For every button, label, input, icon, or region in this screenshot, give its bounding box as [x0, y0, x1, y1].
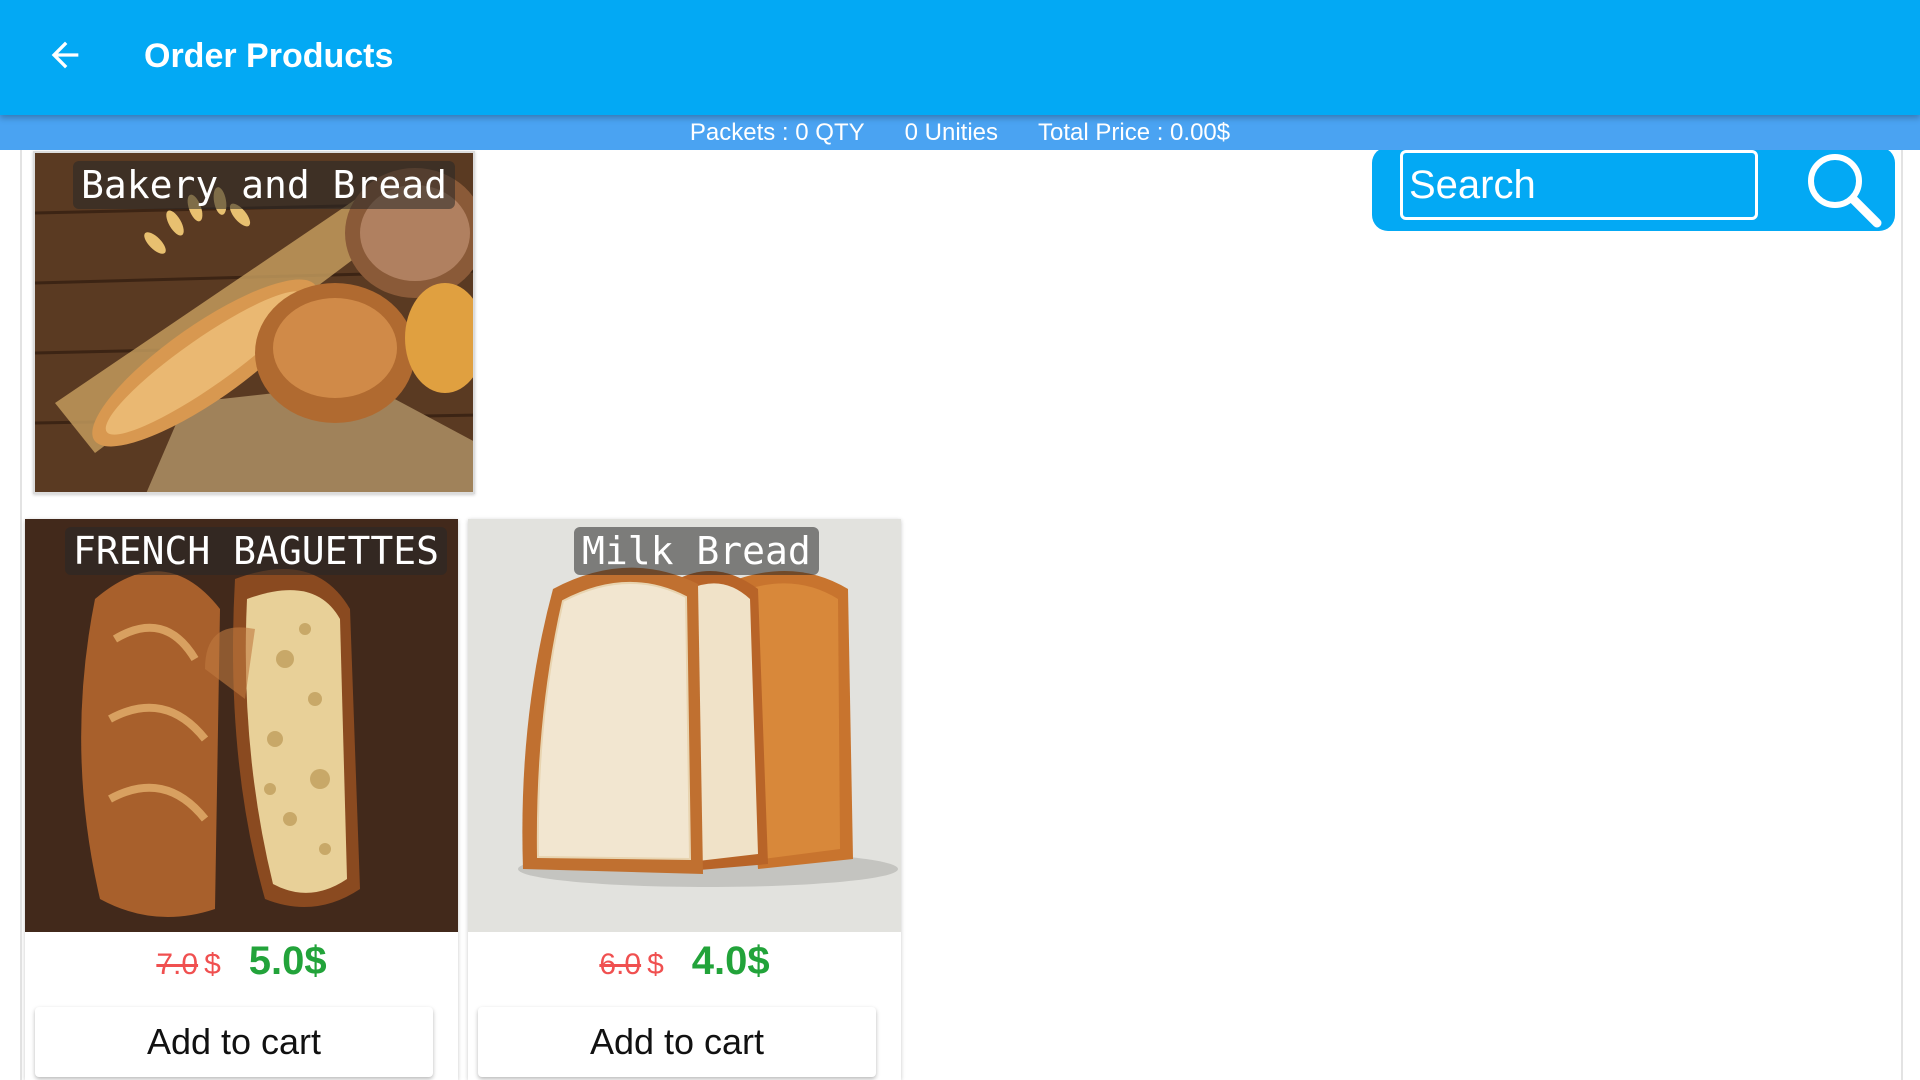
add-to-cart-button[interactable]: Add to cart [35, 1007, 433, 1077]
product-card: Milk Bread 6.0 $ 4.0$ Add to cart [468, 519, 901, 1080]
product-card: FRENCH BAGUETTES 7.0 $ 5.0$ Add to cart [25, 519, 458, 1080]
new-price: 5.0$ [248, 939, 327, 983]
add-to-cart-button[interactable]: Add to cart [478, 1007, 876, 1077]
products-area: Bakery and Bread Search FRENCH BAGUETTES… [20, 147, 1903, 1080]
total-price: Total Price : 0.00$ [1038, 118, 1231, 146]
unities-count: 0 Unities [904, 118, 998, 146]
product-name: FRENCH BAGUETTES [65, 527, 448, 575]
baguette-image [25, 519, 458, 932]
search-bar [1372, 147, 1895, 231]
back-button[interactable] [40, 30, 90, 80]
new-price: 4.0$ [691, 939, 770, 983]
search-icon [1808, 154, 1882, 228]
old-price: 6.0 [599, 948, 642, 981]
product-image [25, 519, 458, 932]
category-card-bakery[interactable]: Bakery and Bread [33, 151, 475, 494]
price-row: 7.0 $ 5.0$ [25, 939, 458, 999]
app-bar: Order Products [0, 0, 1920, 115]
old-price-currency: $ [647, 948, 664, 981]
old-price: 7.0 [156, 948, 199, 981]
milk-bread-image [468, 519, 901, 932]
arrow-left-icon [51, 41, 79, 69]
old-price-currency: $ [204, 948, 221, 981]
product-image [468, 519, 901, 932]
page-title: Order Products [144, 37, 394, 75]
product-name: Milk Bread [574, 527, 819, 575]
search-input[interactable] [1400, 150, 1758, 220]
cart-summary-bar: Packets : 0 QTY 0 Unities Total Price : … [0, 115, 1920, 150]
packets-count: Packets : 0 QTY [689, 118, 865, 146]
price-row: 6.0 $ 4.0$ [468, 939, 901, 999]
search-button[interactable] [1797, 147, 1887, 231]
category-label: Bakery and Bread [73, 161, 456, 209]
